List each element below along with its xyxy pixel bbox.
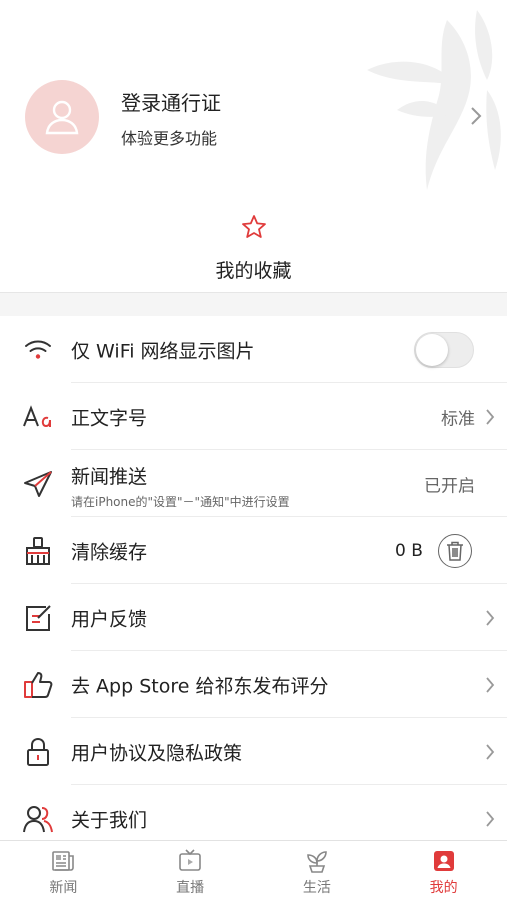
wifi-icon — [25, 340, 51, 359]
trash-icon — [447, 541, 463, 561]
feedback-label: 用户反馈 — [71, 608, 148, 630]
wifi-images-toggle[interactable] — [414, 331, 474, 368]
about-row[interactable]: 关于我们 — [0, 785, 507, 840]
push-hint: 请在iPhone的"设置"－"通知"中进行设置 — [71, 495, 290, 509]
push-status: 已开启 — [424, 476, 475, 496]
decorative-flower-icon — [367, 10, 501, 190]
rate-app-label: 去 App Store 给祁东发布评分 — [71, 675, 329, 697]
rate-app-row[interactable]: 去 App Store 给祁东发布评分 — [0, 651, 507, 718]
live-tv-icon — [179, 849, 201, 871]
about-label: 关于我们 — [71, 809, 148, 831]
tab-news-label: 新闻 — [49, 880, 78, 896]
favorites-button[interactable]: 我的收藏 — [0, 196, 507, 293]
send-icon — [24, 470, 52, 497]
star-icon — [242, 215, 266, 238]
thumbs-up-icon — [24, 671, 53, 698]
chevron-right-icon — [486, 743, 495, 760]
tab-live[interactable]: 直播 — [127, 841, 254, 900]
push-label: 新闻推送 — [71, 466, 148, 488]
font-size-label: 正文字号 — [71, 407, 148, 429]
tab-live-label: 直播 — [176, 880, 205, 896]
news-icon — [52, 851, 75, 871]
users-icon — [23, 805, 53, 832]
tab-life-label: 生活 — [302, 880, 331, 896]
chevron-right-icon — [486, 609, 495, 626]
login-subtitle: 体验更多功能 — [121, 129, 218, 148]
login-title[interactable]: 登录通行证 — [121, 87, 221, 116]
clear-cache-row[interactable]: 清除缓存 0 B — [0, 517, 507, 584]
chevron-right-icon — [486, 810, 495, 827]
privacy-row[interactable]: 用户协议及隐私政策 — [0, 718, 507, 785]
wifi-images-label: 仅 WiFi 网络显示图片 — [71, 340, 255, 362]
tab-life[interactable]: 生活 — [254, 841, 381, 900]
profile-icon — [433, 851, 454, 871]
chevron-right-icon[interactable] — [470, 106, 482, 126]
clear-cache-label: 清除缓存 — [71, 541, 148, 563]
font-size-icon — [23, 404, 51, 427]
wifi-images-row: 仅 WiFi 网络显示图片 — [0, 316, 507, 383]
font-size-value: 标准 — [441, 409, 475, 429]
chevron-right-icon — [486, 408, 495, 425]
lock-icon — [27, 737, 49, 766]
settings-list: 仅 WiFi 网络显示图片 正文字号 标准 新闻推送 请在iPhone的"设置"… — [0, 316, 507, 840]
feedback-icon — [26, 604, 51, 631]
tab-news[interactable]: 新闻 — [0, 841, 127, 900]
privacy-label: 用户协议及隐私政策 — [71, 742, 243, 764]
chevron-right-icon — [486, 676, 495, 693]
favorites-label: 我的收藏 — [215, 260, 292, 282]
tab-bar: 新闻 直播 生活 我的 — [0, 840, 507, 900]
sprout-icon — [307, 851, 327, 873]
trash-button[interactable] — [438, 533, 472, 568]
font-size-row[interactable]: 正文字号 标准 — [0, 383, 507, 450]
avatar[interactable] — [25, 80, 99, 154]
broom-icon — [26, 536, 50, 565]
push-row[interactable]: 新闻推送 请在iPhone的"设置"－"通知"中进行设置 已开启 — [0, 450, 507, 517]
tab-mine-label: 我的 — [429, 880, 458, 896]
feedback-row[interactable]: 用户反馈 — [0, 584, 507, 651]
tab-mine[interactable]: 我的 — [380, 841, 507, 900]
user-avatar-icon — [45, 100, 79, 135]
cache-size: 0 B — [395, 540, 423, 561]
profile-header[interactable]: 登录通行证 体验更多功能 — [0, 0, 507, 196]
